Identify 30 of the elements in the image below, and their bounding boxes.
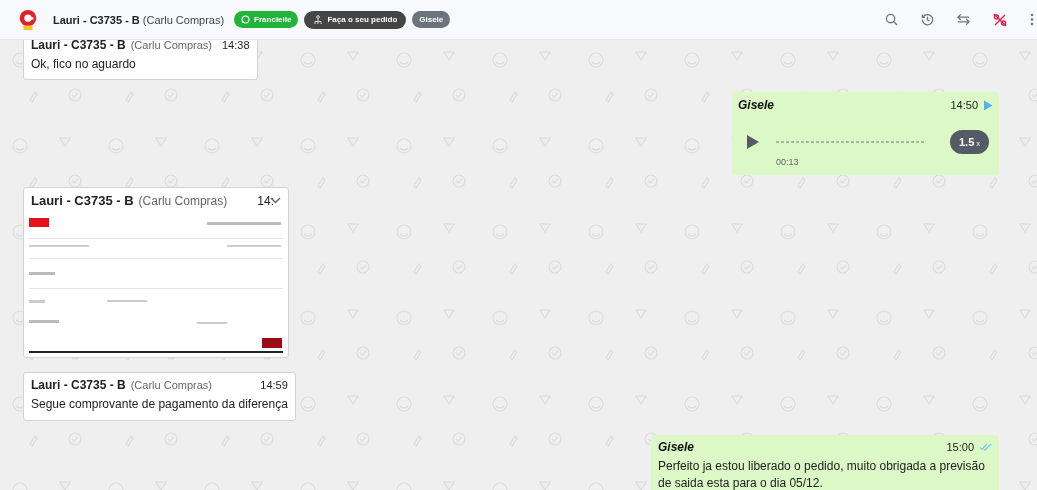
company-name: (Carlu Compras) [138,194,228,209]
message-time: 14:50 [950,99,978,112]
message-time: 14:38 [222,40,250,51]
whatsapp-icon [241,15,251,24]
message-text: Ok, fico no aguardo [31,56,137,73]
message-text: Segue comprovante de pagamento da diferença [31,396,288,414]
message-time: 15:00 [946,440,974,453]
company-name: (Carlu Compras) [130,40,212,51]
logo-icon [17,8,39,31]
percent-off-icon[interactable] [993,12,1007,27]
history-icon[interactable] [921,13,934,26]
message-time: 14:59 [260,379,288,392]
tag-badge[interactable]: Faça o seu pedido [304,10,407,29]
sender-name: Gisele [658,439,695,454]
sender-name: Gisele [738,98,775,113]
play-icon[interactable] [746,134,760,151]
more-icon[interactable] [1030,13,1034,26]
message-time: 14: [257,193,274,208]
message-text: Perfeito ja estou liberado o pedido, muito obrigada a previsão de saida esta para o dia 05/12. [658,457,986,490]
swap-arrows-icon[interactable] [957,13,970,26]
tag-badge[interactable]: Gisele [412,11,451,28]
search-icon[interactable] [885,13,898,26]
audio-duration: 00:13 [776,157,800,168]
company-name: (Carlu Compras) [130,379,212,392]
company-name: (Carlu Compras) [142,13,225,26]
sender-name: Lauri - C3735 - B [31,378,126,393]
contact-name: Lauri - C3735 - B [53,13,140,26]
hierarchy-icon [313,14,324,25]
sender-name: Lauri - C3735 - B [31,40,126,52]
sender-name: Lauri - C3735 - B [31,193,134,209]
